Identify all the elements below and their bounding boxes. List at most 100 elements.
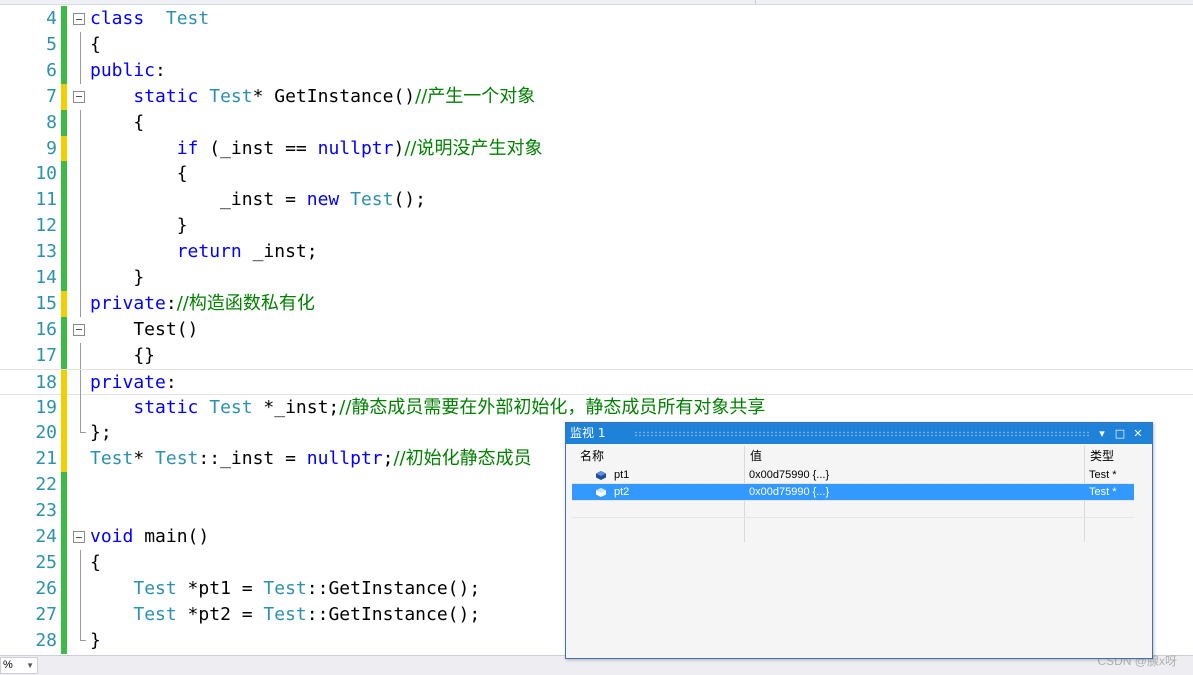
code-token: ::GetInstance(); — [306, 603, 481, 625]
change-marker — [61, 472, 67, 499]
type-token: Test — [198, 396, 253, 418]
outline-guide — [80, 549, 81, 576]
type-token: Test — [155, 448, 199, 470]
code-token: } — [90, 267, 145, 288]
code-line[interactable]: 4 class Test — [0, 6, 1193, 32]
code-line[interactable]: 12 } — [0, 213, 1193, 240]
change-marker — [61, 187, 67, 214]
change-marker — [61, 31, 67, 58]
column-header-name[interactable]: 名称 — [576, 446, 746, 466]
line-number: 28 — [35, 629, 57, 651]
code-line[interactable]: 8 { — [0, 109, 1193, 136]
type-token: Test — [133, 603, 177, 625]
outline-guide — [80, 601, 81, 628]
line-number: 14 — [35, 267, 57, 288]
zoom-dropdown[interactable]: % ▼ — [0, 657, 38, 674]
code-text: private://构造函数私有化 — [90, 291, 315, 317]
change-marker — [61, 316, 67, 343]
code-line[interactable]: 7 static Test* GetInstance()//产生一个对象 — [0, 83, 1193, 110]
change-marker — [61, 135, 67, 162]
chevron-down-icon: ▼ — [26, 661, 34, 670]
code-line[interactable]: 11 _inst = new Test(); — [0, 187, 1193, 214]
close-icon[interactable]: ✕ — [1130, 423, 1146, 444]
code-text: Test *pt2 = Test::GetInstance(); — [90, 602, 480, 628]
column-header-type[interactable]: 类型 — [1086, 446, 1146, 466]
collapse-icon[interactable] — [73, 90, 85, 103]
outline-guide — [80, 187, 81, 214]
comment-token: //产生一个对象 — [415, 85, 536, 107]
change-marker — [61, 83, 67, 110]
column-header-value[interactable]: 值 — [746, 446, 1086, 466]
watch-grid[interactable]: 名称 值 类型 pt1 0x00d75990 {...} Test * pt2 0x00… — [572, 446, 1146, 656]
watch-window[interactable]: 监视 1 ▾ □ ✕ 名称 值 类型 pt1 0x00d75990 {...} Te… — [565, 422, 1153, 659]
type-token: Test — [198, 85, 253, 107]
line-number: 16 — [35, 318, 57, 340]
collapse-icon[interactable] — [73, 323, 85, 336]
collapse-icon[interactable] — [73, 13, 85, 25]
watch-title-bar[interactable]: 监视 1 ▾ □ ✕ — [566, 423, 1152, 444]
code-text: Test* Test::_inst = nullptr;//初始化静态成员 — [90, 446, 532, 472]
comment-token: //静态成员需要在外部初始化，静态成员所有对象共享 — [339, 396, 766, 418]
code-line[interactable]: 15 private://构造函数私有化 — [0, 290, 1193, 317]
code-text: _inst = new Test(); — [90, 187, 426, 213]
object-icon — [596, 471, 606, 480]
change-marker — [61, 161, 67, 188]
code-token: main() — [133, 526, 210, 547]
code-token: * GetInstance() — [252, 85, 416, 107]
code-token: ::_inst = — [198, 448, 307, 470]
maximize-icon[interactable]: □ — [1112, 423, 1128, 444]
line-number: 26 — [35, 577, 57, 599]
change-marker — [61, 239, 67, 266]
type-token: Test — [90, 448, 134, 470]
collapse-icon[interactable] — [73, 531, 85, 543]
code-line[interactable]: 18 private: — [0, 368, 1193, 396]
watch-title: 监视 1 — [570, 426, 606, 440]
type-token: Test — [133, 577, 177, 599]
code-text: }; — [90, 420, 112, 446]
code-token: { — [90, 551, 101, 573]
watch-empty-row[interactable] — [572, 501, 1134, 518]
code-line[interactable]: 19 static Test *_inst;//静态成员需要在外部初始化，静态成… — [0, 394, 1193, 421]
change-marker — [61, 265, 67, 291]
code-line[interactable]: 13 return _inst; — [0, 239, 1193, 266]
code-line[interactable]: 10 { — [0, 161, 1193, 188]
code-token: ::GetInstance(); — [306, 577, 481, 599]
code-line[interactable]: 5{ — [0, 31, 1193, 58]
watch-value[interactable]: 0x00d75990 {...} — [749, 467, 829, 484]
code-token: _inst; — [241, 241, 318, 263]
code-token: *pt1 = — [176, 577, 264, 599]
strip-divider — [755, 0, 756, 5]
type-token: Test — [263, 577, 307, 599]
keyword-token: new — [306, 189, 340, 211]
change-marker — [61, 342, 67, 369]
keyword-token: if — [176, 137, 199, 159]
change-marker — [61, 524, 67, 550]
code-text: { — [90, 110, 144, 136]
code-token: : — [165, 292, 177, 314]
watch-type: Test * — [1089, 486, 1117, 498]
watch-row[interactable]: pt2 0x00d75990 {...} Test * — [572, 484, 1134, 501]
keyword-token: void — [90, 526, 134, 547]
outline-guide — [80, 213, 81, 240]
code-text: {} — [90, 343, 155, 369]
code-token: ; — [382, 448, 394, 470]
code-line[interactable]: 9 if (_inst == nullptr)//说明没产生对象 — [0, 135, 1193, 162]
dropdown-icon[interactable]: ▾ — [1094, 423, 1110, 444]
line-number: 9 — [46, 137, 57, 159]
code-line[interactable]: 16 Test() — [0, 316, 1193, 343]
code-line[interactable]: 14 } — [0, 265, 1193, 291]
watch-row[interactable]: pt1 0x00d75990 {...} Test * — [572, 467, 1134, 484]
watch-value[interactable]: 0x00d75990 {...} — [749, 484, 829, 501]
code-text: { — [90, 550, 101, 576]
line-number: 6 — [46, 59, 57, 81]
outline-guide — [80, 290, 81, 317]
line-number: 12 — [35, 215, 57, 237]
code-line[interactable]: 6 public: — [0, 57, 1193, 84]
code-token: { — [90, 33, 101, 55]
line-number: 15 — [35, 292, 57, 314]
code-line[interactable]: 17 {} — [0, 342, 1193, 369]
title-grip — [634, 431, 1090, 437]
